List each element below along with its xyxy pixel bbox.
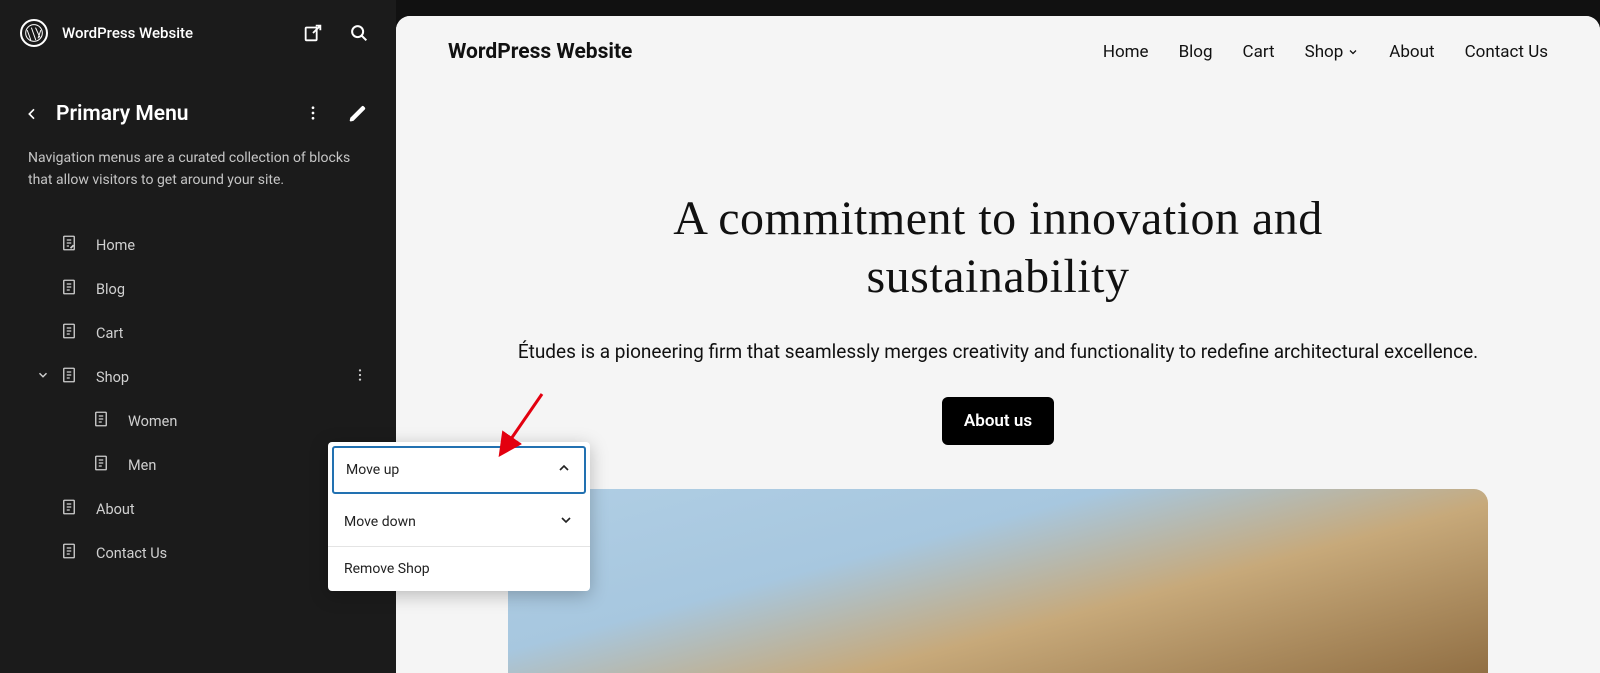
nav-item-blog[interactable]: Blog [1179, 42, 1213, 62]
page-icon [60, 322, 78, 344]
menu-item-label: About [96, 501, 135, 518]
nav-label: Cart [1243, 42, 1275, 62]
dropdown-label: Remove Shop [344, 561, 430, 577]
page-icon [60, 278, 78, 300]
chevron-down-icon [1347, 46, 1359, 58]
back-icon[interactable] [24, 106, 40, 122]
chevron-down-icon [558, 512, 574, 532]
menu-item-label: Blog [96, 281, 125, 298]
menu-item-home[interactable]: Home [0, 223, 396, 267]
hero-heading-line2: sustainability [867, 250, 1130, 303]
menu-item-label: Shop [96, 369, 129, 386]
menu-item-label: Contact Us [96, 545, 167, 562]
dropdown-label: Move up [346, 462, 399, 478]
hero-image [508, 489, 1488, 673]
menu-item-label: Cart [96, 325, 123, 342]
menu-item-label: Women [128, 413, 177, 430]
menu-item-cart[interactable]: Cart [0, 311, 396, 355]
dropdown-remove[interactable]: Remove Shop [328, 547, 590, 591]
panel-description: Navigation menus are a curated collectio… [0, 126, 396, 199]
hero-heading: A commitment to innovation and sustainab… [456, 190, 1540, 305]
panel-header: Primary Menu [0, 66, 396, 126]
menu-item-women[interactable]: Women [0, 399, 396, 443]
page-icon [60, 366, 78, 388]
nav-item-cart[interactable]: Cart [1243, 42, 1275, 62]
search-icon[interactable] [348, 22, 370, 44]
site-header: WordPress Website Home Blog Cart Shop Ab… [396, 16, 1600, 80]
menu-item-label: Men [128, 457, 156, 474]
nav-label: About [1389, 42, 1434, 62]
dropdown-label: Move down [344, 514, 416, 530]
menu-item-blog[interactable]: Blog [0, 267, 396, 311]
view-site-icon[interactable] [302, 22, 324, 44]
sidebar-site-name: WordPress Website [62, 24, 288, 42]
item-options-icon[interactable] [352, 367, 372, 387]
site-title: WordPress Website [448, 40, 1103, 64]
wp-logo-icon[interactable] [20, 19, 48, 47]
dropdown-move-up[interactable]: Move up [332, 446, 586, 494]
chevron-down-icon[interactable] [36, 368, 50, 386]
sidebar-top-bar: WordPress Website [0, 0, 396, 66]
nav-label: Shop [1305, 42, 1344, 62]
nav-label: Blog [1179, 42, 1213, 62]
panel-title: Primary Menu [56, 102, 288, 126]
nav-item-home[interactable]: Home [1103, 42, 1149, 62]
nav-item-shop[interactable]: Shop [1305, 42, 1360, 62]
page-icon [92, 454, 110, 476]
hero-body: Études is a pioneering firm that seamles… [456, 337, 1540, 366]
hero-heading-line1: A commitment to innovation and [673, 192, 1323, 245]
page-icon [60, 498, 78, 520]
panel-options-icon[interactable] [304, 104, 322, 124]
nav-item-about[interactable]: About [1389, 42, 1434, 62]
nav-label: Home [1103, 42, 1149, 62]
site-nav: Home Blog Cart Shop About Contact Us [1103, 42, 1548, 62]
item-actions-dropdown: Move up Move down Remove Shop [328, 442, 590, 591]
menu-item-shop[interactable]: Shop [0, 355, 396, 399]
nav-item-contact-us[interactable]: Contact Us [1465, 42, 1548, 62]
page-link-icon [60, 234, 78, 256]
menu-item-label: Home [96, 237, 135, 254]
nav-label: Contact Us [1465, 42, 1548, 62]
page-icon [92, 410, 110, 432]
edit-icon[interactable] [348, 104, 368, 124]
about-us-button[interactable]: About us [942, 397, 1054, 445]
dropdown-move-down[interactable]: Move down [328, 498, 590, 546]
chevron-up-icon [556, 460, 572, 480]
page-icon [60, 542, 78, 564]
